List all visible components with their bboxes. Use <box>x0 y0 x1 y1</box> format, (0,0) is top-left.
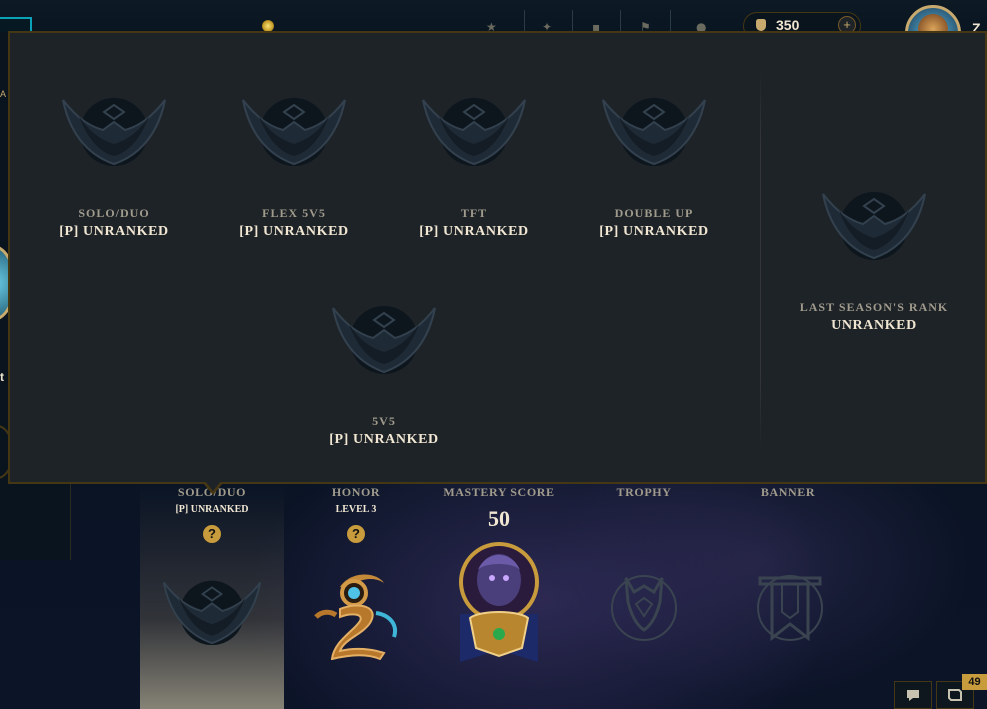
mastery-score-value: 50 <box>488 506 510 531</box>
unranked-crest-icon <box>62 98 166 166</box>
blue-essence-icon <box>756 19 766 31</box>
unranked-crest-icon <box>822 192 926 260</box>
nav-divider <box>670 10 671 32</box>
stat-mastery[interactable]: MASTERY SCORE 50 <box>427 485 571 532</box>
popup-pointer-fill <box>205 481 221 491</box>
queue-flex-5v5: FLEX 5V5 [P] UNRANKED <box>214 92 374 240</box>
chat-icon <box>907 690 919 701</box>
nav-divider <box>572 10 573 32</box>
stat-honor[interactable]: HONOR LEVEL 3 ? <box>284 485 428 543</box>
stat-trophy[interactable]: TROPHY <box>572 485 716 500</box>
queue-rank: [P] UNRANKED <box>599 224 709 239</box>
unranked-crest-icon <box>332 306 436 374</box>
queue-rank: UNRANKED <box>831 318 917 333</box>
last-season-rank: LAST SEASON'S RANK UNRANKED <box>794 186 954 334</box>
help-icon[interactable]: ? <box>203 525 221 543</box>
queue-name: LAST SEASON'S RANK <box>799 300 949 314</box>
unranked-crest-icon <box>242 98 346 166</box>
queue-name: 5V5 <box>372 414 396 428</box>
chat-button[interactable] <box>894 681 932 709</box>
left-panel-notch <box>0 484 70 560</box>
queue-rank: [P] UNRANKED <box>419 224 529 239</box>
queue-name: TFT <box>460 206 488 220</box>
stat-subtitle: [P] UNRANKED <box>175 504 249 515</box>
queue-rank: [P] UNRANKED <box>59 224 169 239</box>
unranked-crest-icon <box>602 98 706 166</box>
stat-title: TROPHY <box>616 485 672 499</box>
stat-subtitle: LEVEL 3 <box>335 504 377 515</box>
queue-name: FLEX 5V5 <box>262 206 326 220</box>
queue-name: SOLO/DUO <box>78 206 150 220</box>
help-icon[interactable]: ? <box>347 525 365 543</box>
stat-title: BANNER <box>760 485 816 499</box>
stat-title: HONOR <box>331 485 381 499</box>
queue-rank: [P] UNRANKED <box>239 224 349 239</box>
stat-banner[interactable]: BANNER <box>716 485 860 500</box>
banner-icon <box>757 575 823 642</box>
notification-count-badge: 49 <box>962 674 987 690</box>
left-panel-label: A <box>0 89 8 99</box>
mastery-champion-frame[interactable] <box>456 540 542 664</box>
queue-5v5: 5V5 [P] UNRANKED <box>304 300 464 448</box>
nav-divider <box>620 10 621 32</box>
unranked-crest-icon <box>162 580 262 646</box>
queue-double-up: DOUBLE UP [P] UNRANKED <box>574 92 734 240</box>
queue-tft: TFT [P] UNRANKED <box>394 92 554 240</box>
left-panel-text: t <box>0 370 4 384</box>
queue-name: DOUBLE UP <box>614 206 694 220</box>
trophy-icon <box>611 575 677 641</box>
stat-title: MASTERY SCORE <box>443 485 555 499</box>
profile-screen: ★ ✦ ▪ ⚑ ● 350 + Z A t SOLO/DUO [P] UNRAN… <box>0 0 987 709</box>
popup-divider <box>760 70 761 450</box>
queue-rank: [P] UNRANKED <box>329 432 439 447</box>
honor-level-emblem <box>314 574 397 660</box>
queue-solo-duo: SOLO/DUO [P] UNRANKED <box>34 92 194 240</box>
unranked-crest-icon <box>422 98 526 166</box>
nav-divider <box>524 10 525 32</box>
